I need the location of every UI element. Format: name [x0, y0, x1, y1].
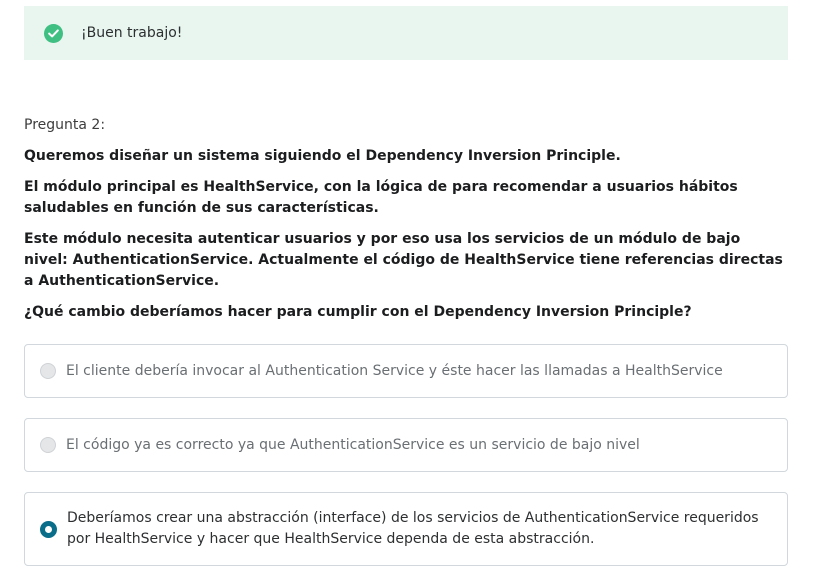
answer-option-2[interactable]: El código ya es correcto ya que Authenti… [24, 418, 788, 472]
question-prompt: ¿Qué cambio deberíamos hacer para cumpli… [24, 304, 692, 320]
answer-option-3[interactable]: Deberíamos crear una abstracción (interf… [24, 492, 788, 566]
radio-button-selected[interactable] [40, 520, 57, 538]
radio-button[interactable] [40, 363, 56, 379]
radio-button[interactable] [40, 437, 56, 453]
question-number: Pregunta 2: [24, 117, 106, 133]
answer-option-label: El cliente debería invocar al Authentica… [66, 362, 723, 379]
question-paragraph: Este módulo necesita autenticar usuarios… [24, 231, 783, 289]
success-alert: ¡Buen trabajo! [24, 6, 788, 60]
answer-option-label: Deberíamos crear una abstracción (interf… [67, 510, 759, 547]
question-paragraph: El módulo principal es HealthService, co… [24, 179, 738, 216]
check-circle-icon [44, 23, 63, 43]
alert-message: ¡Buen trabajo! [81, 25, 183, 41]
answer-option-label: El código ya es correcto ya que Authenti… [66, 436, 640, 453]
answer-option-1[interactable]: El cliente debería invocar al Authentica… [24, 344, 788, 398]
question-block: Pregunta 2: Queremos diseñar un sistema … [24, 114, 788, 333]
question-paragraph: Queremos diseñar un sistema siguiendo el… [24, 148, 621, 164]
